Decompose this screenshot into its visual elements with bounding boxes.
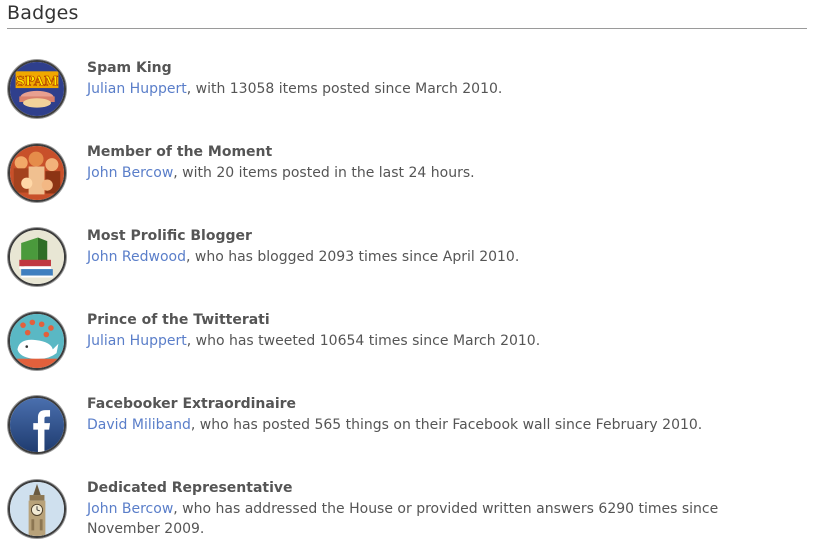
badge-detail: , who has tweeted 10654 times since Marc… xyxy=(186,333,541,349)
badge-item: Most Prolific Blogger John Redwood, who … xyxy=(8,228,808,288)
badge-item: Dedicated Representative John Bercow, wh… xyxy=(8,480,808,540)
badge-detail: , who has addressed the House or provide… xyxy=(87,501,719,537)
badge-description: David Miliband, who has posted 565 thing… xyxy=(87,415,787,435)
badge-title: Most Prolific Blogger xyxy=(87,228,252,244)
badge-description: Julian Huppert, with 13058 items posted … xyxy=(87,79,787,99)
member-link[interactable]: John Bercow xyxy=(87,165,173,181)
badge-item: Facebooker Extraordinaire David Miliband… xyxy=(8,396,808,456)
badge-item: SPAM Spam King Julian Huppert, with 1305… xyxy=(8,60,808,120)
member-link[interactable]: David Miliband xyxy=(87,417,191,433)
badge-list: SPAM Spam King Julian Huppert, with 1305… xyxy=(0,0,813,555)
badge-detail: , with 13058 items posted since March 20… xyxy=(186,81,503,97)
spam-can-icon: SPAM xyxy=(8,60,66,118)
big-ben-icon xyxy=(8,480,66,538)
member-link[interactable]: John Bercow xyxy=(87,501,173,517)
badge-detail: , who has posted 565 things on their Fac… xyxy=(190,417,703,433)
books-icon xyxy=(8,228,66,286)
badge-title: Prince of the Twitterati xyxy=(87,312,270,328)
badge-detail: , who has blogged 2093 times since April… xyxy=(185,249,520,265)
badge-title: Member of the Moment xyxy=(87,144,273,160)
twitter-whale-icon xyxy=(8,312,66,370)
facebook-icon xyxy=(8,396,66,454)
badge-description: Julian Huppert, who has tweeted 10654 ti… xyxy=(87,331,787,351)
member-link[interactable]: Julian Huppert xyxy=(87,333,187,349)
badge-item: Prince of the Twitterati Julian Huppert,… xyxy=(8,312,808,372)
badge-title: Facebooker Extraordinaire xyxy=(87,396,297,412)
badge-title: Dedicated Representative xyxy=(87,480,293,496)
crowd-photo-icon xyxy=(8,144,66,202)
badge-item: Member of the Moment John Bercow, with 2… xyxy=(8,144,808,204)
svg-text:SPAM: SPAM xyxy=(16,74,59,89)
member-link[interactable]: Julian Huppert xyxy=(87,81,187,97)
badge-description: John Bercow, with 20 items posted in the… xyxy=(87,163,787,183)
badge-title: Spam King xyxy=(87,60,172,76)
badge-description: John Bercow, who has addressed the House… xyxy=(87,499,787,539)
badge-description: John Redwood, who has blogged 2093 times… xyxy=(87,247,787,267)
badge-detail: , with 20 items posted in the last 24 ho… xyxy=(173,165,475,181)
member-link[interactable]: John Redwood xyxy=(87,249,186,265)
